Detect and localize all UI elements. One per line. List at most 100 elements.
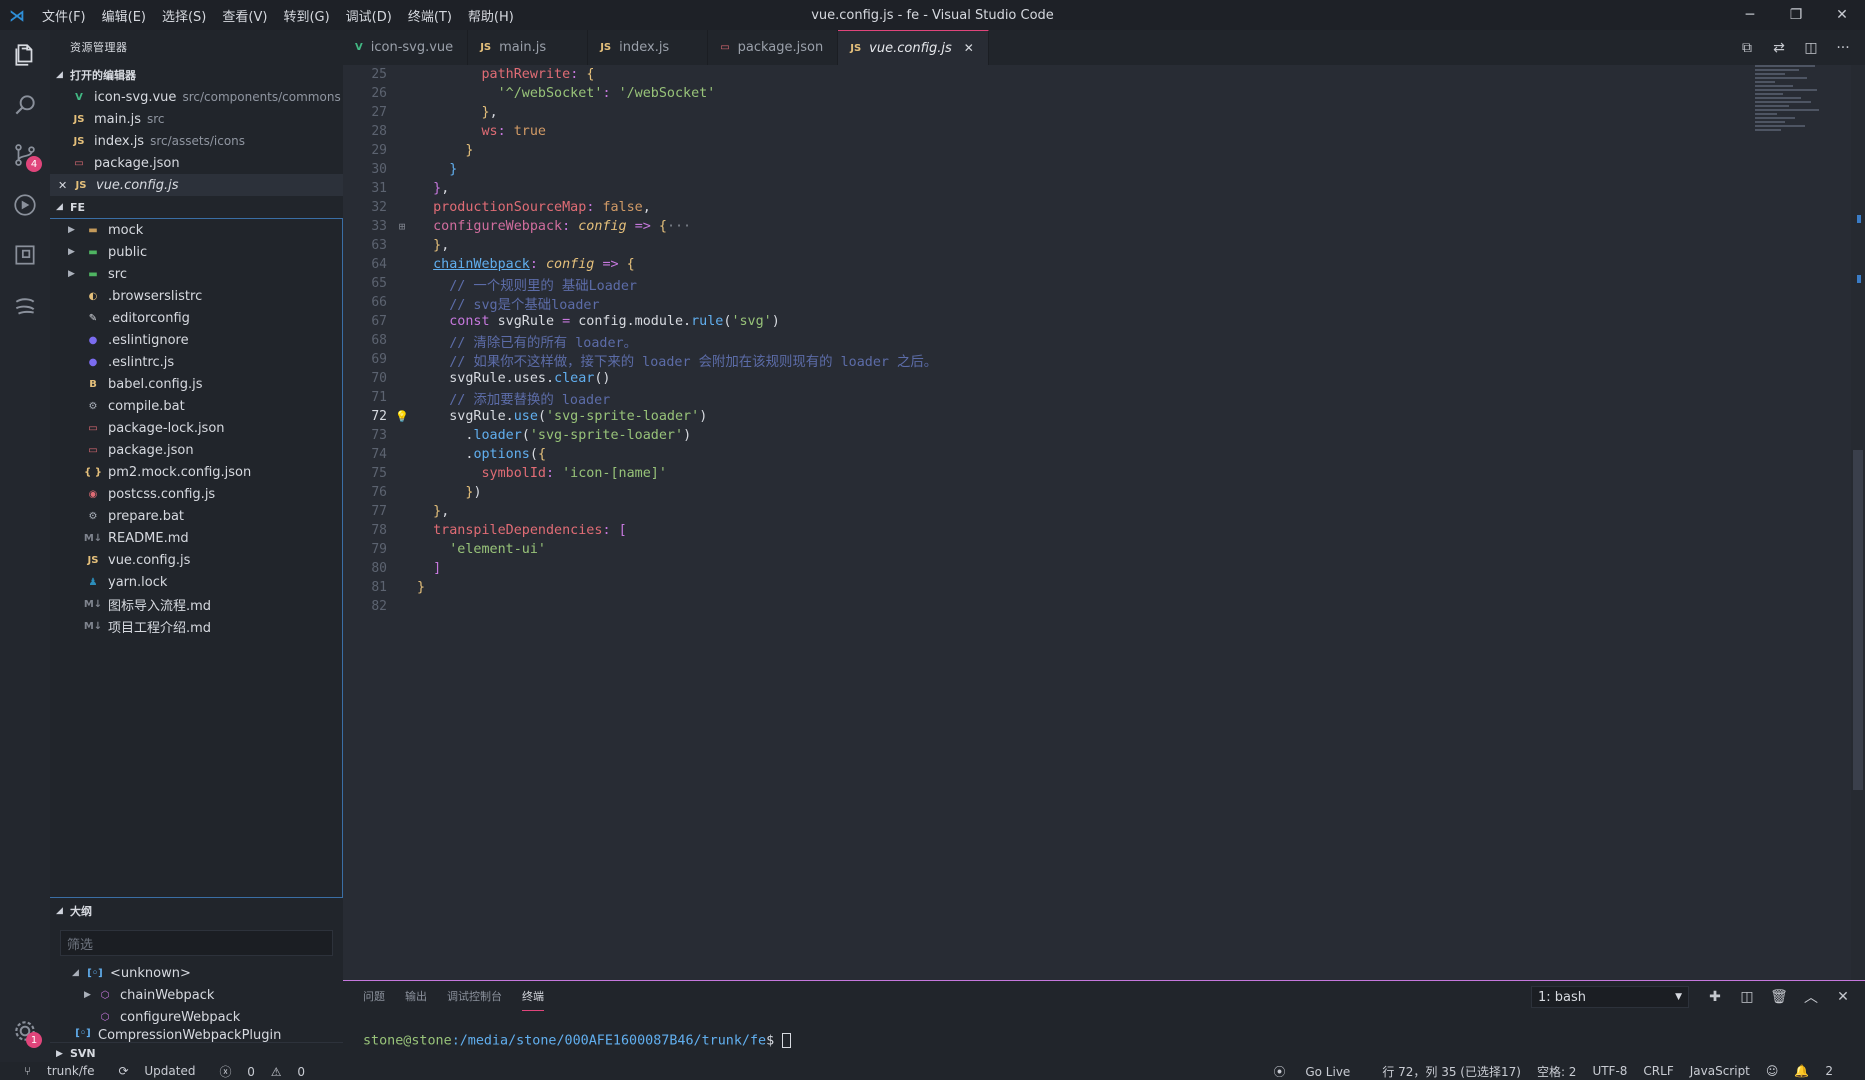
editor-scrollbar[interactable] xyxy=(1851,65,1865,980)
folder-item[interactable]: ▶ ▬ mock xyxy=(50,219,342,241)
code-line[interactable]: 68 // 清除已有的所有 loader。 xyxy=(343,331,1865,351)
file-item[interactable]: ⚙ prepare.bat xyxy=(50,505,342,527)
code-line[interactable]: 29 } xyxy=(343,141,1865,160)
trash-icon[interactable]: 🗑 xyxy=(1763,989,1795,1005)
tab-icon-svg-vue[interactable]: Vicon-svg.vue xyxy=(343,30,469,65)
menu-edit[interactable]: 编辑(E) xyxy=(94,6,154,25)
open-editor-item[interactable]: ▭ package.json xyxy=(50,152,343,174)
file-item[interactable]: M↓ 图标导入流程.md xyxy=(50,593,342,615)
file-item[interactable]: ● .eslintrc.js xyxy=(50,351,342,373)
notifications-status[interactable]: 🔔 2 xyxy=(1794,1064,1849,1078)
outline-filter-input[interactable]: 筛选 xyxy=(60,930,333,956)
file-item[interactable]: ✎ .editorconfig xyxy=(50,307,342,329)
language-status[interactable]: JavaScript xyxy=(1690,1064,1750,1078)
tab-package-json[interactable]: ▭ package.json xyxy=(708,30,839,65)
panel-tab-problems[interactable]: 问题 xyxy=(363,982,385,1010)
open-editor-item[interactable]: V icon-svg.vue src/components/commons xyxy=(50,86,343,108)
close-tab-icon[interactable]: ✕ xyxy=(964,41,974,55)
lightbulb-icon[interactable]: 💡 xyxy=(387,410,417,423)
branch-status[interactable]: ⑂ trunk/fe xyxy=(12,1064,94,1078)
go-live-button[interactable]: ⦿ Go Live xyxy=(1274,1063,1367,1080)
maximize-panel-icon[interactable]: ︿ xyxy=(1795,987,1827,1007)
fold-expand-icon[interactable]: ⊞ xyxy=(387,220,417,233)
code-line[interactable]: 26 '^/webSocket': '/webSocket' xyxy=(343,84,1865,103)
open-editor-item[interactable]: JS index.js src/assets/icons xyxy=(50,130,343,152)
code-line[interactable]: 63 }, xyxy=(343,236,1865,255)
code-line[interactable]: 80 ] xyxy=(343,559,1865,578)
close-editor-icon[interactable]: ✕ xyxy=(58,179,70,192)
file-item[interactable]: ▭ package.json xyxy=(50,439,342,461)
svn-icon[interactable] xyxy=(0,280,50,330)
tab-main-js[interactable]: JS main.js xyxy=(468,30,589,65)
open-editor-item-active[interactable]: ✕ JS vue.config.js xyxy=(50,174,343,196)
outline-item[interactable]: ⬡ configureWebpack xyxy=(50,1006,343,1028)
feedback-icon[interactable]: ☺ xyxy=(1766,1064,1779,1078)
code-line[interactable]: 33 ⊞ configureWebpack: config => {··· xyxy=(343,217,1865,236)
tab-index-js[interactable]: JS index.js xyxy=(588,30,709,65)
code-line[interactable]: 31 }, xyxy=(343,179,1865,198)
outline-item[interactable]: ▶ ⬡ chainWebpack xyxy=(50,984,343,1006)
terminal-select[interactable]: 1: bash ▼ xyxy=(1531,986,1689,1008)
file-item[interactable]: ◐ .browserslistrc xyxy=(50,285,342,307)
code-line[interactable]: 72 💡 svgRule.use('svg-sprite-loader') xyxy=(343,407,1865,426)
settings-icon[interactable]: 1 xyxy=(0,1006,50,1056)
menu-file[interactable]: 文件(F) xyxy=(34,6,94,25)
minimap[interactable] xyxy=(1755,65,1835,185)
explorer-icon[interactable] xyxy=(0,30,50,80)
extensions-icon[interactable] xyxy=(0,230,50,280)
file-item[interactable]: Bbabel.config.js xyxy=(50,373,342,395)
open-editors-header[interactable]: ◢ 打开的编辑器 xyxy=(50,64,343,86)
code-editor[interactable]: 25 pathRewrite: {26 '^/webSocket': '/web… xyxy=(343,65,1865,980)
more-actions-icon[interactable]: ··· xyxy=(1827,40,1859,56)
code-line[interactable]: 28 ws: true xyxy=(343,122,1865,141)
code-line[interactable]: 66 // svg是个基础loader xyxy=(343,293,1865,313)
folder-item[interactable]: ▶ ▬ src xyxy=(50,263,342,285)
debug-icon[interactable] xyxy=(0,180,50,230)
code-line[interactable]: 75 symbolId: 'icon-[name]' xyxy=(343,464,1865,483)
code-line[interactable]: 70 svgRule.uses.clear() xyxy=(343,369,1865,388)
cursor-position[interactable]: 行 72，列 35 (已选择17) xyxy=(1382,1063,1521,1080)
code-line[interactable]: 79 'element-ui' xyxy=(343,540,1865,559)
code-line[interactable]: 76 }) xyxy=(343,483,1865,502)
code-line[interactable]: 27 }, xyxy=(343,103,1865,122)
split-editor-icon[interactable]: ◫ xyxy=(1795,40,1827,56)
code-line[interactable]: 69 // 如果你不这样做，接下来的 loader 会附加在该规则现有的 loa… xyxy=(343,350,1865,370)
eol-status[interactable]: CRLF xyxy=(1643,1064,1673,1078)
file-item[interactable]: ♟ yarn.lock xyxy=(50,571,342,593)
code-line[interactable]: 73 .loader('svg-sprite-loader') xyxy=(343,426,1865,445)
file-item[interactable]: ◉ postcss.config.js xyxy=(50,483,342,505)
problems-status[interactable]: ⓧ 0 ⚠ 0 xyxy=(207,1063,305,1080)
code-line[interactable]: 67 const svgRule = config.module.rule('s… xyxy=(343,312,1865,331)
file-item[interactable]: { } pm2.mock.config.json xyxy=(50,461,342,483)
source-control-icon[interactable]: 4 xyxy=(0,130,50,180)
code-line[interactable]: 32 productionSourceMap: false, xyxy=(343,198,1865,217)
terminal-output[interactable]: stone@stone:/media/stone/000AFE1600087B4… xyxy=(363,1033,792,1049)
menu-go[interactable]: 转到(G) xyxy=(275,6,337,25)
code-line[interactable]: 74 .options({ xyxy=(343,445,1865,464)
code-line[interactable]: 25 pathRewrite: { xyxy=(343,65,1865,84)
open-changes-icon[interactable]: ⧉ xyxy=(1731,40,1763,56)
minimize-icon[interactable]: ─ xyxy=(1727,0,1773,30)
encoding-status[interactable]: UTF-8 xyxy=(1592,1064,1627,1078)
panel-tab-terminal[interactable]: 终端 xyxy=(522,982,544,1011)
outline-header[interactable]: ◢ 大纲 xyxy=(50,898,343,924)
code-line[interactable]: 65 // 一个规则里的 基础Loader xyxy=(343,274,1865,294)
file-item[interactable]: ● .eslintignore xyxy=(50,329,342,351)
code-line[interactable]: 71 // 添加要替换的 loader xyxy=(343,388,1865,408)
code-line[interactable]: 30 } xyxy=(343,160,1865,179)
scrollbar-thumb[interactable] xyxy=(1853,450,1863,790)
outline-item[interactable]: [◦] CompressionWebpackPlugin xyxy=(50,1028,343,1042)
panel-tab-debug-console[interactable]: 调试控制台 xyxy=(447,982,502,1010)
new-terminal-icon[interactable]: ✚ xyxy=(1699,989,1731,1005)
restore-icon[interactable]: ❐ xyxy=(1773,0,1819,30)
indentation-status[interactable]: 空格: 2 xyxy=(1537,1063,1577,1080)
file-item[interactable]: M↓ 项目工程介绍.md xyxy=(50,615,342,637)
close-panel-icon[interactable]: ✕ xyxy=(1827,989,1859,1005)
file-item[interactable]: M↓ README.md xyxy=(50,527,342,549)
project-header[interactable]: ◢ FE xyxy=(50,196,343,218)
menu-debug[interactable]: 调试(D) xyxy=(338,6,400,25)
sync-status[interactable]: ⟳ Updated xyxy=(106,1064,195,1078)
code-line[interactable]: 64 chainWebpack: config => { xyxy=(343,255,1865,274)
outline-item[interactable]: ◢ [◦] <unknown> xyxy=(50,962,343,984)
menu-help[interactable]: 帮助(H) xyxy=(460,6,522,25)
